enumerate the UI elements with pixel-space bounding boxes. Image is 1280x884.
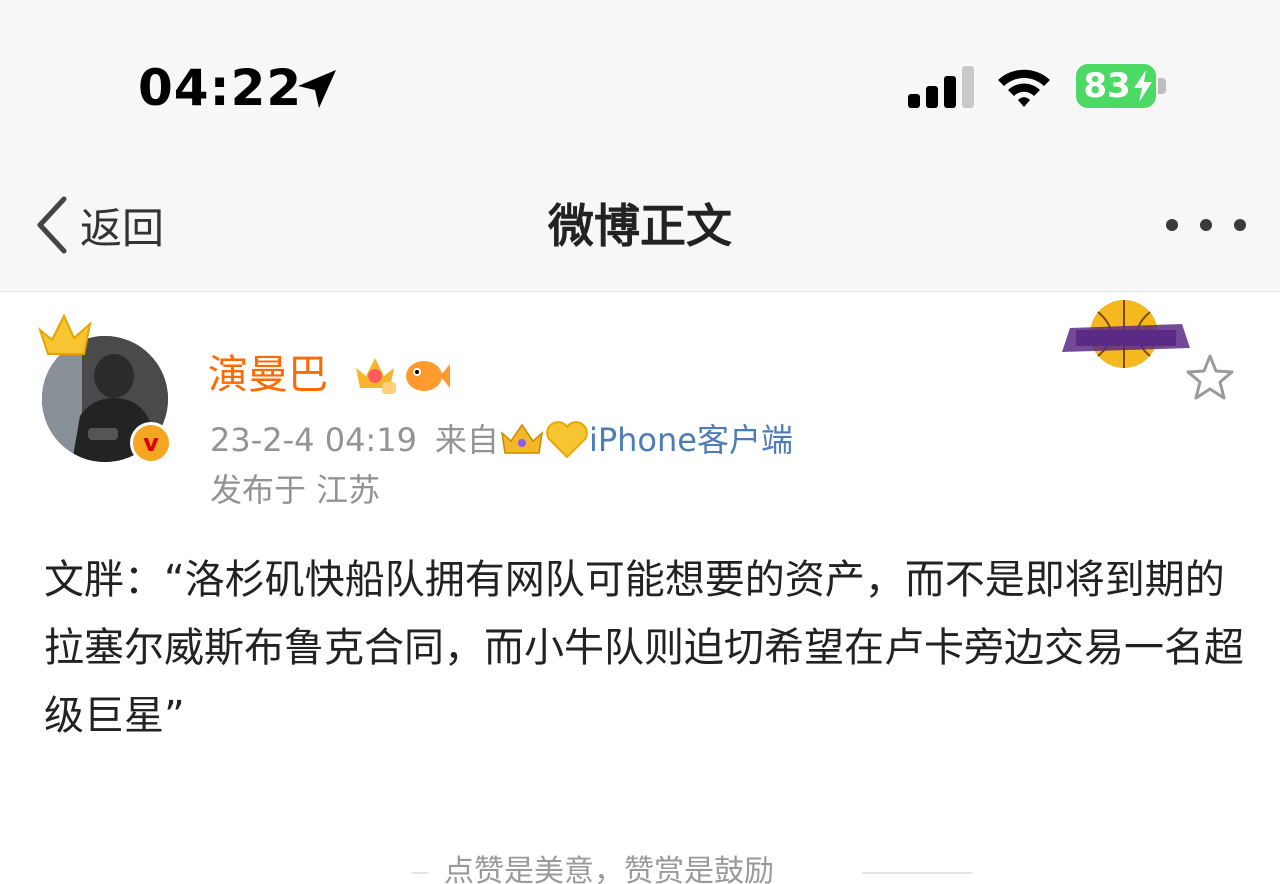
heart-icon xyxy=(546,421,588,459)
divider xyxy=(412,872,428,874)
star-icon[interactable] xyxy=(1184,352,1236,402)
wifi-icon xyxy=(998,69,1050,107)
fish-icon xyxy=(406,361,450,391)
divider xyxy=(862,872,972,874)
page-title: 微博正文 xyxy=(548,199,732,253)
back-chevron-icon xyxy=(37,196,67,254)
back-label: 返回 xyxy=(80,203,165,253)
back-button[interactable]: 返回 xyxy=(34,190,164,260)
reward-hint-text: 点赞是美意，赞赏是鼓励 xyxy=(444,854,774,884)
avatar-container[interactable]: v xyxy=(36,310,176,465)
top-bar: 04:22 83 返回 微博正文 xyxy=(0,0,1280,292)
post-meta: 23-2-4 04:19 来自 iPhone客户端 xyxy=(210,418,793,462)
small-crown-icon xyxy=(500,423,543,454)
more-dot xyxy=(1200,219,1212,231)
post-location: 发布于 江苏 xyxy=(210,471,381,509)
battery-icon: 83 xyxy=(1076,64,1156,108)
post-date: 23-2-4 04:19 xyxy=(210,421,417,459)
vip-crown-icon xyxy=(356,358,396,394)
more-button[interactable] xyxy=(1166,208,1246,242)
crown-icon xyxy=(37,313,92,355)
source-link[interactable]: iPhone客户端 xyxy=(589,421,793,459)
post-text: 文胖：“洛杉矶快船队拥有网队可能想要的资产，而不是即将到期的拉塞尔威斯布鲁克合同… xyxy=(44,557,1244,739)
status-time: 04:22 xyxy=(138,59,303,117)
reward-hint: 点赞是美意，赞赏是鼓励 xyxy=(0,852,1280,884)
location-arrow-icon xyxy=(298,70,336,108)
battery-cap xyxy=(1158,78,1166,94)
verified-badge-icon: v xyxy=(130,422,172,464)
lakers-logo xyxy=(1062,300,1190,368)
battery-level: 83 xyxy=(1083,66,1131,106)
signal-icon xyxy=(908,66,974,108)
from-label: 来自 xyxy=(434,421,499,459)
username[interactable]: 演曼巴 xyxy=(208,348,328,402)
charging-bolt-icon xyxy=(1134,70,1152,102)
more-dot xyxy=(1234,219,1246,231)
more-dots-icon xyxy=(1166,219,1178,231)
